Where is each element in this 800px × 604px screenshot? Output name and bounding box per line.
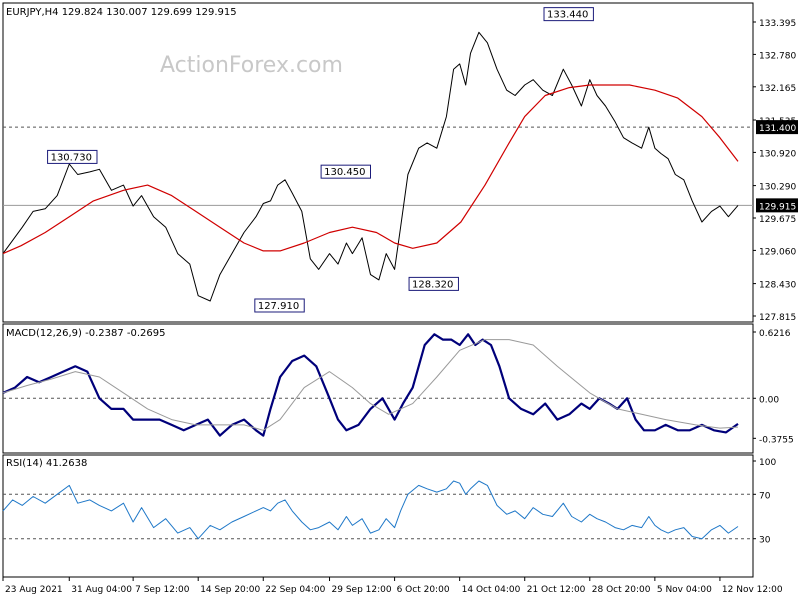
x-tick-label: 5 Nov 04:00 xyxy=(657,585,712,595)
price-panel-title: EURJPY,H4 129.824 130.007 129.699 129.91… xyxy=(6,7,237,18)
x-tick-label: 14 Sep 20:00 xyxy=(200,585,260,595)
macd-panel-title: MACD(12,26,9) -0.2387 -0.2695 xyxy=(6,328,166,339)
rsi-y-tick-label: 70 xyxy=(759,491,771,501)
x-tick-label: 31 Aug 04:00 xyxy=(71,585,132,595)
x-tick-label: 21 Oct 12:00 xyxy=(527,585,586,595)
price-hline-label: 129.915 xyxy=(759,202,796,212)
x-tick-label: 7 Sep 12:00 xyxy=(135,585,190,595)
rsi-panel-title: RSI(14) 41.2638 xyxy=(6,458,87,469)
eurjpy-h4-chart: ActionForex.com EURJPY,H4 129.824 130.00… xyxy=(0,0,800,600)
macd-y-tick-label: -0.3755 xyxy=(759,435,794,445)
price-annotation-label: 133.440 xyxy=(547,10,588,21)
rsi-y-tick-label: 30 xyxy=(759,536,771,546)
price-annotation-label: 127.910 xyxy=(258,301,299,312)
x-tick-label: 22 Sep 04:00 xyxy=(265,585,325,595)
price-annotation-label: 130.730 xyxy=(51,152,92,163)
price-y-tick-label: 132.165 xyxy=(759,84,796,94)
price-y-tick-label: 130.920 xyxy=(759,149,796,159)
background xyxy=(0,0,800,600)
price-y-tick-label: 130.290 xyxy=(759,183,796,193)
rsi-y-tick-label: 100 xyxy=(759,458,776,468)
x-tick-label: 14 Oct 04:00 xyxy=(462,585,521,595)
price-y-tick-label: 132.780 xyxy=(759,51,796,61)
x-tick-label: 6 Oct 20:00 xyxy=(397,585,450,595)
price-y-tick-label: 129.060 xyxy=(759,247,796,257)
price-y-tick-label: 133.395 xyxy=(759,19,796,29)
price-y-tick-label: 127.815 xyxy=(759,313,796,323)
price-y-tick-label: 128.430 xyxy=(759,281,796,291)
x-tick-label: 23 Aug 2021 xyxy=(5,585,63,595)
price-y-tick-label: 129.675 xyxy=(759,215,796,225)
x-tick-label: 28 Oct 20:00 xyxy=(592,585,651,595)
macd-y-tick-label: 0.00 xyxy=(759,395,779,405)
chart-window: ActionForex.com EURJPY,H4 129.824 130.00… xyxy=(0,0,800,600)
price-y-tick-label: 131.535 xyxy=(759,117,796,127)
x-tick-label: 29 Sep 12:00 xyxy=(332,585,392,595)
price-annotation-label: 128.320 xyxy=(412,279,453,290)
price-annotation-label: 130.450 xyxy=(324,167,365,178)
x-tick-label: 12 Nov 12:00 xyxy=(722,585,783,595)
watermark-text: ActionForex.com xyxy=(160,53,343,78)
macd-y-tick-label: 0.6216 xyxy=(759,329,791,339)
